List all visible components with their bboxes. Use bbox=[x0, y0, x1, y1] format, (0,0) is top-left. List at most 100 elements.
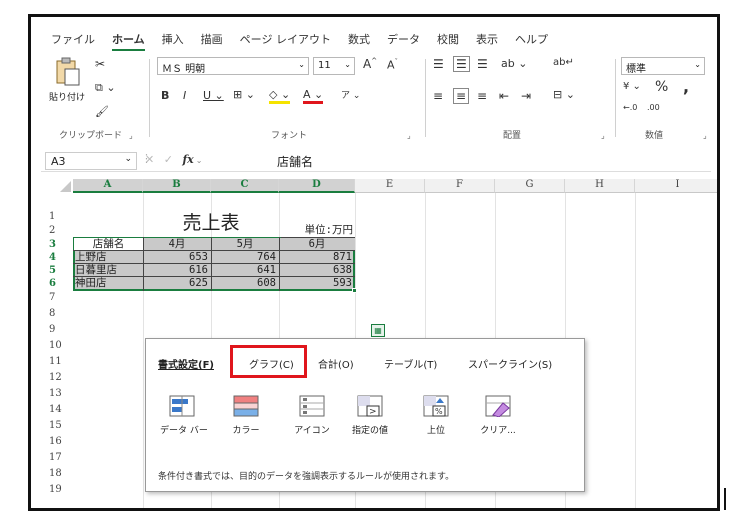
indent-increase-icon[interactable]: ⇥ bbox=[521, 89, 531, 103]
tab-formatting[interactable]: 書式設定(F) bbox=[158, 356, 214, 371]
table-cell[interactable]: 上野店 bbox=[75, 251, 143, 264]
bold-icon[interactable]: B bbox=[161, 89, 169, 102]
clear-option[interactable]: クリア... bbox=[476, 395, 520, 436]
data-bar-option[interactable]: データ バー bbox=[160, 395, 208, 436]
orientation-icon[interactable]: ab ⌄ bbox=[501, 57, 527, 70]
merge-center-icon[interactable]: ⊟ ⌄ bbox=[553, 88, 575, 101]
column-header-i[interactable]: I bbox=[635, 179, 717, 193]
table-cell[interactable]: 653 bbox=[143, 251, 211, 264]
row-header-2[interactable]: 2 bbox=[41, 224, 73, 237]
indent-decrease-icon[interactable]: ⇤ bbox=[499, 89, 509, 103]
row-header-12[interactable]: 12 bbox=[41, 371, 73, 384]
quick-analysis-icon[interactable]: ▦ bbox=[371, 324, 385, 337]
row-header-16[interactable]: 16 bbox=[41, 435, 73, 448]
percent-icon[interactable]: % bbox=[655, 79, 668, 95]
tab-file[interactable]: ファイル bbox=[51, 31, 95, 51]
row-header-19[interactable]: 19 bbox=[41, 483, 73, 496]
clipboard-launcher-icon[interactable]: ⌟ bbox=[129, 131, 133, 140]
table-cell[interactable]: 871 bbox=[279, 251, 355, 264]
table-cell[interactable]: 625 bbox=[143, 277, 211, 290]
sheet-title[interactable]: 売上表 bbox=[143, 211, 279, 235]
column-header-h[interactable]: H bbox=[565, 179, 635, 193]
table-cell[interactable]: 593 bbox=[279, 277, 355, 290]
color-scale-option[interactable]: カラー bbox=[224, 395, 268, 436]
column-header-d[interactable]: D bbox=[279, 179, 355, 193]
number-format-combo[interactable]: 標準 ⌄ bbox=[621, 57, 705, 75]
column-header-e[interactable]: E bbox=[355, 179, 425, 193]
row-header-8[interactable]: 8 bbox=[41, 307, 73, 320]
grow-font-icon[interactable]: A^ bbox=[363, 57, 377, 71]
table-cell[interactable]: 日暮里店 bbox=[75, 264, 143, 277]
font-color-icon[interactable]: A ⌄ bbox=[303, 88, 324, 104]
row-header-14[interactable]: 14 bbox=[41, 403, 73, 416]
fill-handle[interactable] bbox=[352, 288, 357, 293]
currency-icon[interactable]: ¥ ⌄ bbox=[623, 81, 641, 92]
row-header-18[interactable]: 18 bbox=[41, 467, 73, 480]
increase-decimal-icon[interactable]: ←.0 bbox=[623, 103, 637, 112]
table-cell[interactable]: 638 bbox=[279, 264, 355, 277]
table-cell[interactable]: 764 bbox=[211, 251, 279, 264]
row-header-6[interactable]: 6 bbox=[41, 277, 73, 290]
underline-icon[interactable]: U ⌄ bbox=[203, 89, 224, 102]
paste-button[interactable]: 貼り付け bbox=[47, 57, 87, 113]
border-icon[interactable]: ⊞ ⌄ bbox=[233, 88, 255, 101]
font-size-combo[interactable]: 11 ⌄ bbox=[313, 57, 355, 75]
table-cell[interactable]: 神田店 bbox=[75, 277, 143, 290]
tab-draw[interactable]: 描画 bbox=[201, 31, 223, 51]
row-header-9[interactable]: 9 bbox=[41, 323, 73, 336]
table-cell[interactable]: 641 bbox=[211, 264, 279, 277]
row-header-5[interactable]: 5 bbox=[41, 264, 73, 277]
row-header-1[interactable]: 1 bbox=[41, 210, 73, 223]
row-header-4[interactable]: 4 bbox=[41, 251, 73, 264]
tab-data[interactable]: データ bbox=[387, 31, 420, 51]
column-header-b[interactable]: B bbox=[143, 179, 211, 193]
fill-color-icon[interactable]: ◇ ⌄ bbox=[269, 88, 291, 104]
tab-view[interactable]: 表示 bbox=[476, 31, 498, 51]
tab-page-layout[interactable]: ページ レイアウト bbox=[240, 31, 331, 51]
number-launcher-icon[interactable]: ⌟ bbox=[703, 131, 707, 140]
tab-insert[interactable]: 挿入 bbox=[162, 31, 184, 51]
format-painter-icon[interactable]: 🖌 bbox=[95, 105, 109, 118]
header-cell-store[interactable]: 店舗名 bbox=[74, 238, 143, 251]
greater-than-option[interactable]: > 指定の値 bbox=[348, 395, 392, 436]
alignment-launcher-icon[interactable]: ⌟ bbox=[601, 131, 605, 140]
phonetic-icon[interactable]: ア ⌄ bbox=[341, 88, 360, 101]
select-all-icon[interactable] bbox=[41, 179, 73, 193]
cancel-icon[interactable]: ✕ bbox=[145, 153, 154, 166]
header-cell-apr[interactable]: 4月 bbox=[143, 238, 211, 251]
table-cell[interactable]: 616 bbox=[143, 264, 211, 277]
row-header-15[interactable]: 15 bbox=[41, 419, 73, 432]
comma-icon[interactable]: , bbox=[683, 77, 689, 96]
header-cell-may[interactable]: 5月 bbox=[211, 238, 279, 251]
name-box[interactable]: A3 ⌄ bbox=[45, 152, 137, 170]
cut-icon[interactable]: ✂ bbox=[95, 57, 105, 71]
header-cell-jun[interactable]: 6月 bbox=[279, 238, 355, 251]
column-header-a[interactable]: A bbox=[73, 179, 143, 193]
tab-totals[interactable]: 合計(O) bbox=[318, 356, 354, 371]
tab-formulas[interactable]: 数式 bbox=[348, 31, 370, 51]
align-middle-icon[interactable]: ☰ bbox=[453, 56, 470, 72]
italic-icon[interactable]: I bbox=[183, 89, 186, 102]
tab-sparklines[interactable]: スパークライン(S) bbox=[468, 356, 552, 371]
table-cell[interactable]: 608 bbox=[211, 277, 279, 290]
unit-label[interactable]: 単位:万円 bbox=[279, 224, 355, 237]
row-header-10[interactable]: 10 bbox=[41, 339, 73, 352]
column-header-f[interactable]: F bbox=[425, 179, 495, 193]
formula-input[interactable]: 店舗名 bbox=[277, 153, 313, 170]
tab-review[interactable]: 校閲 bbox=[437, 31, 459, 51]
decrease-decimal-icon[interactable]: .00 bbox=[647, 103, 660, 112]
font-launcher-icon[interactable]: ⌟ bbox=[407, 131, 411, 140]
column-header-c[interactable]: C bbox=[211, 179, 279, 193]
tab-help[interactable]: ヘルプ bbox=[515, 31, 548, 51]
row-header-7[interactable]: 7 bbox=[41, 291, 73, 304]
font-name-combo[interactable]: ＭＳ 明朝 ⌄ bbox=[157, 57, 309, 75]
tab-tables[interactable]: テーブル(T) bbox=[384, 356, 437, 371]
align-bottom-icon[interactable]: ☰ bbox=[477, 57, 488, 71]
align-left-icon[interactable]: ≡ bbox=[433, 89, 443, 103]
row-header-13[interactable]: 13 bbox=[41, 387, 73, 400]
top-ten-option[interactable]: % 上位 bbox=[414, 395, 458, 436]
wrap-text-icon[interactable]: ab↵ bbox=[553, 57, 574, 68]
icon-set-option[interactable]: アイコン bbox=[290, 395, 334, 436]
align-right-icon[interactable]: ≡ bbox=[477, 89, 487, 103]
align-top-icon[interactable]: ☰ bbox=[433, 57, 444, 71]
